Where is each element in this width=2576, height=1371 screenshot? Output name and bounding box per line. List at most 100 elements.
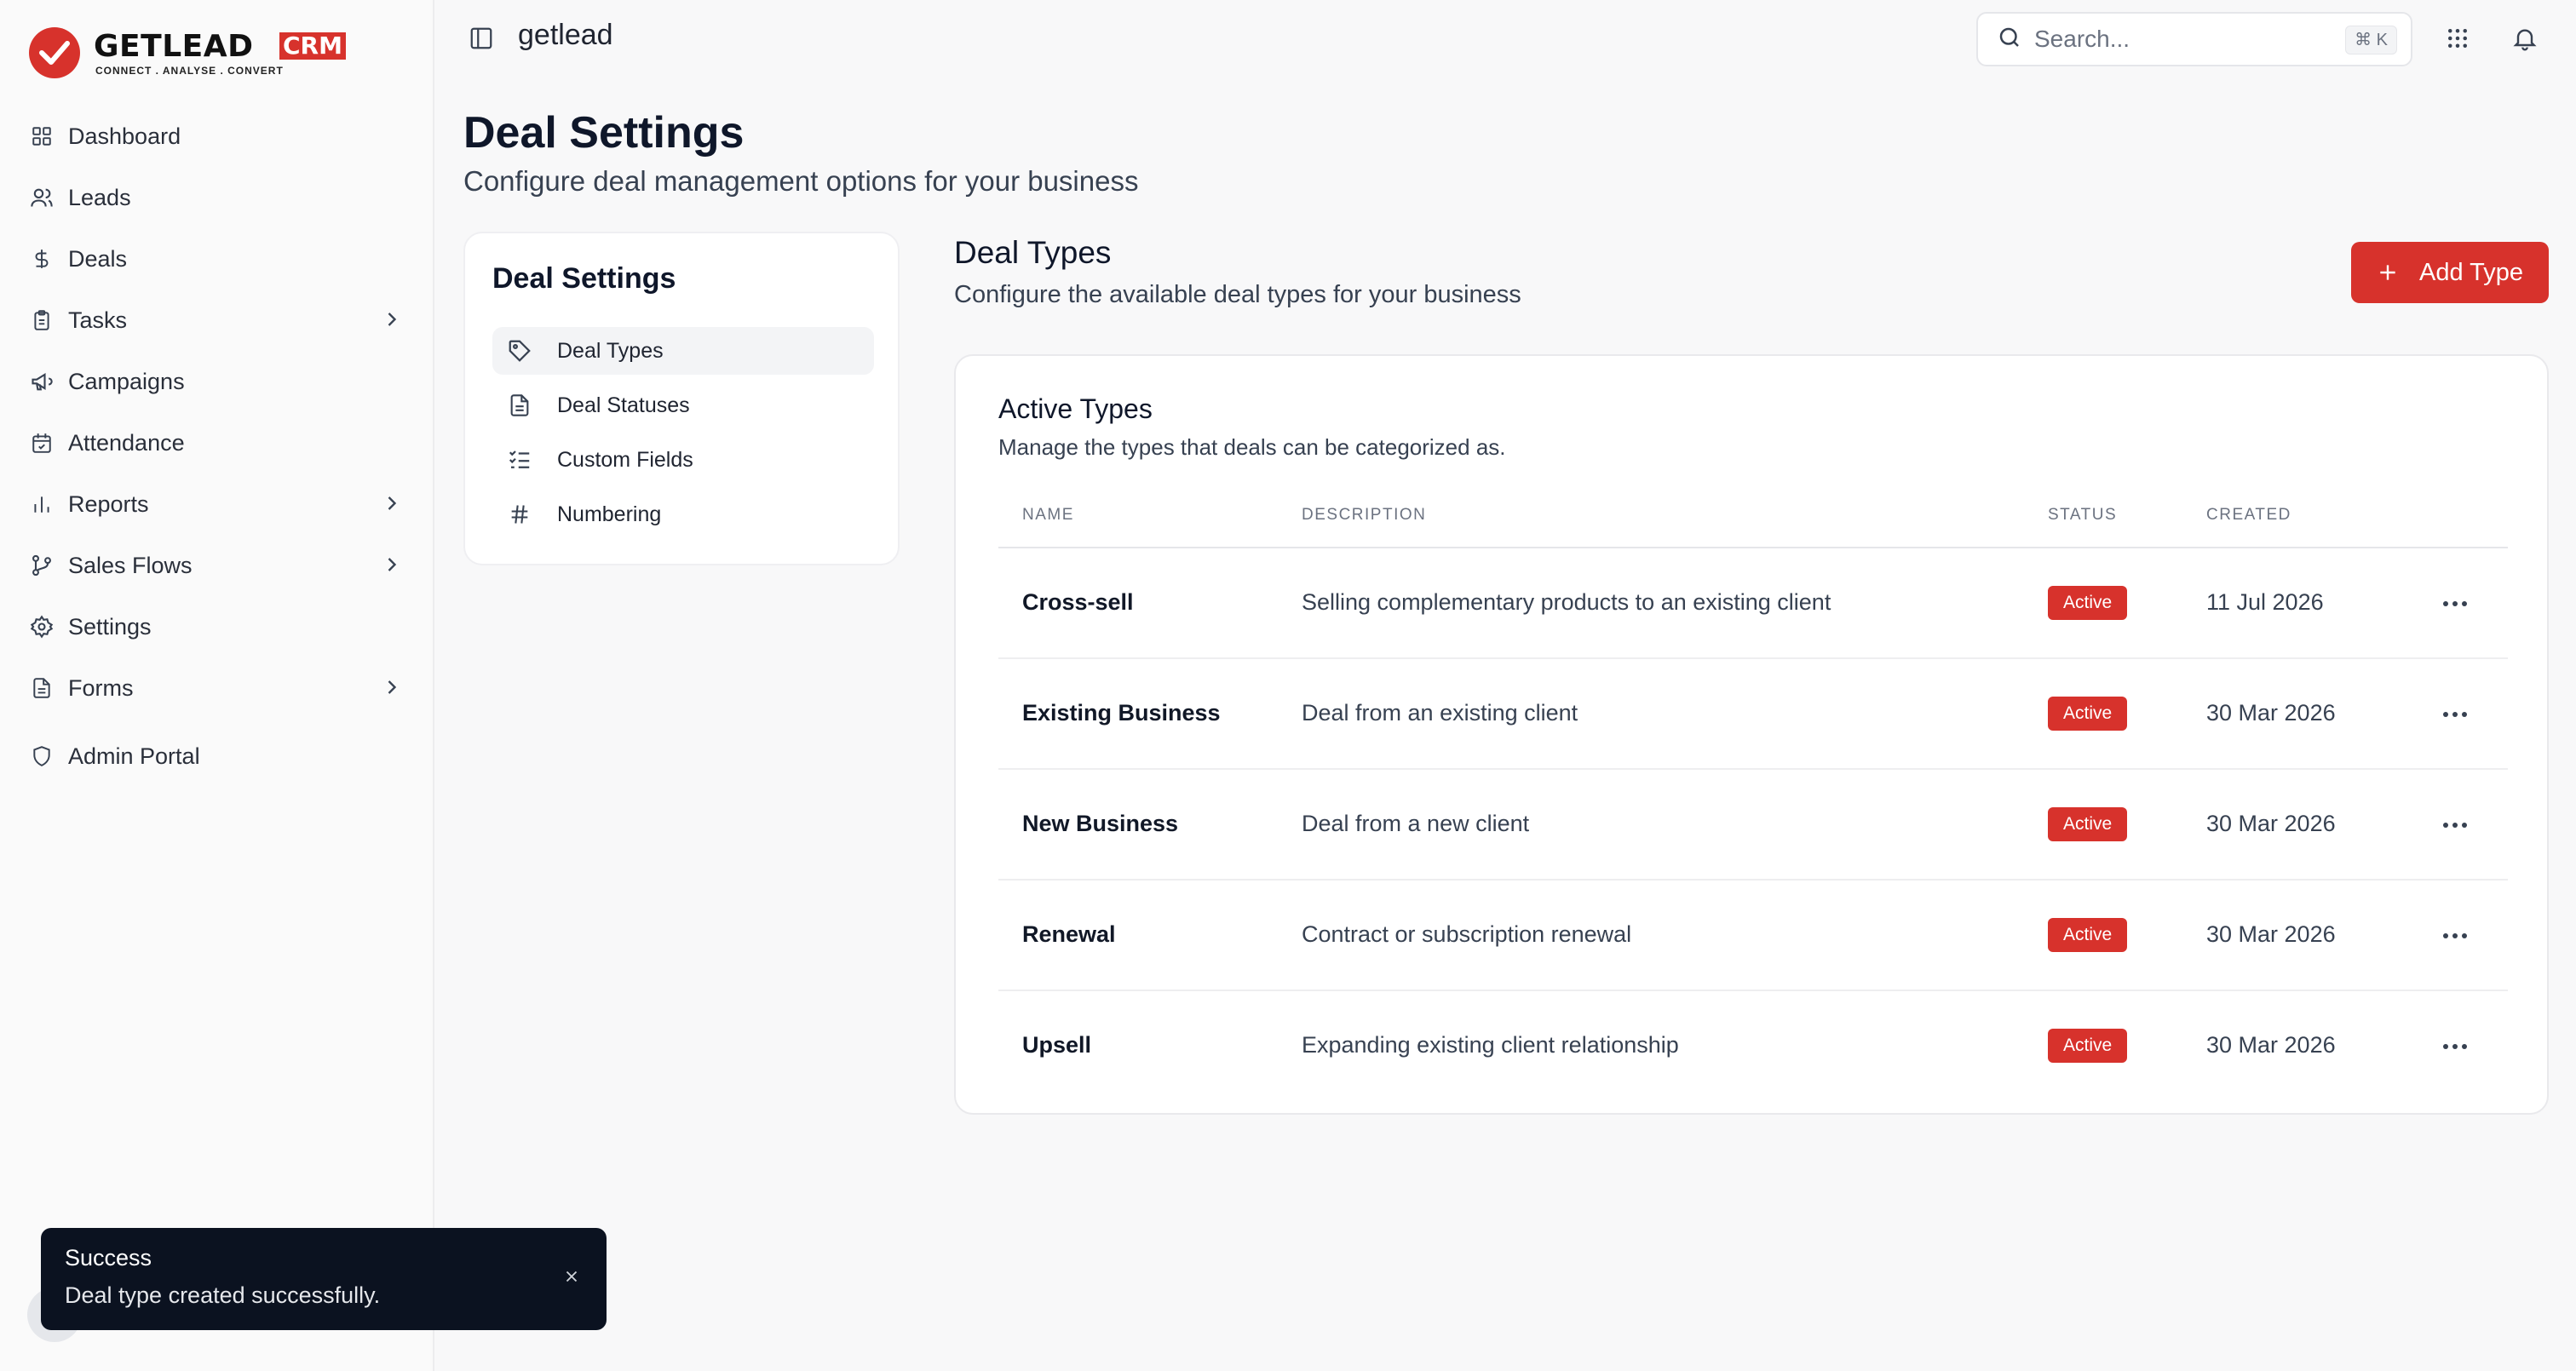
type-description: Contract or subscription renewal — [1302, 921, 1632, 947]
logo-tagline: CONNECT . ANALYSE . CONVERT — [95, 65, 284, 77]
created-date: 30 Mar 2026 — [2206, 700, 2336, 726]
close-icon[interactable] — [562, 1267, 581, 1290]
table-title: Active Types — [998, 393, 1153, 424]
getlead-logo[interactable]: GETLEAD CRM CONNECT . ANALYSE . CONVERT — [29, 27, 346, 82]
page-subtitle: Configure deal management options for yo… — [463, 165, 1139, 197]
checkmark-logo-icon — [29, 27, 80, 78]
more-actions-icon[interactable] — [2438, 591, 2472, 617]
settings-nav-card: Deal Settings Deal Types Deal Statuses C… — [463, 232, 900, 565]
sidebar-item-label: Settings — [68, 613, 152, 640]
sidebar-item-tasks[interactable]: Tasks — [29, 296, 404, 344]
type-name: Cross-sell — [1022, 589, 1134, 615]
table-row[interactable]: Renewal Contract or subscription renewal… — [998, 881, 2508, 991]
document-icon — [506, 392, 533, 419]
sidebar-item-deals[interactable]: Deals — [29, 235, 404, 283]
settings-nav-custom-fields[interactable]: Custom Fields — [492, 436, 874, 484]
more-actions-icon[interactable] — [2438, 702, 2472, 727]
table-row[interactable]: Existing Business Deal from an existing … — [998, 659, 2508, 770]
sidebar-item-label: Attendance — [68, 429, 185, 456]
section-subtitle: Configure the available deal types for y… — [954, 281, 1521, 308]
sidebar-item-label: Sales Flows — [68, 552, 193, 578]
settings-nav-deal-statuses[interactable]: Deal Statuses — [492, 381, 874, 429]
status-badge: Active — [2048, 1029, 2128, 1063]
grid-icon — [29, 123, 55, 149]
sidebar: GETLEAD CRM CONNECT . ANALYSE . CONVERT … — [0, 0, 434, 1371]
created-date: 30 Mar 2026 — [2206, 921, 2336, 947]
column-header-status: STATUS — [2048, 506, 2118, 524]
sidebar-item-leads[interactable]: Leads — [29, 174, 404, 221]
checklist-icon — [506, 446, 533, 473]
status-badge: Active — [2048, 807, 2128, 841]
sidebar-item-reports[interactable]: Reports — [29, 480, 404, 528]
calendar-check-icon — [29, 430, 55, 456]
megaphone-icon — [29, 369, 55, 394]
sidebar-item-label: Forms — [68, 674, 134, 701]
logo-crm-badge: CRM — [279, 32, 346, 60]
table-row[interactable]: Upsell Expanding existing client relatio… — [998, 991, 2508, 1102]
search-input[interactable]: Search... ⌘ K — [1976, 12, 2412, 66]
bar-chart-icon — [29, 491, 55, 517]
settings-nav-label: Custom Fields — [557, 447, 693, 472]
sidebar-item-dashboard[interactable]: Dashboard — [29, 112, 404, 160]
sidebar-item-campaigns[interactable]: Campaigns — [29, 358, 404, 405]
search-shortcut: ⌘ K — [2345, 26, 2397, 54]
hash-icon — [506, 501, 533, 528]
chevron-right-icon — [380, 307, 404, 337]
logo-wordmark: GETLEAD — [94, 29, 254, 64]
created-date: 11 Jul 2026 — [2206, 589, 2324, 615]
workspace-name: getlead — [518, 19, 613, 51]
type-name: Renewal — [1022, 921, 1116, 947]
more-actions-icon[interactable] — [2438, 923, 2472, 949]
success-toast: Success Deal type created successfully. — [41, 1228, 607, 1330]
settings-nav-title: Deal Settings — [492, 262, 676, 295]
created-date: 30 Mar 2026 — [2206, 1032, 2336, 1058]
sidebar-item-label: Admin Portal — [68, 743, 200, 769]
sidebar-item-attendance[interactable]: Attendance — [29, 419, 404, 467]
type-name: Existing Business — [1022, 700, 1221, 726]
shield-icon — [29, 743, 55, 769]
chevron-right-icon — [380, 675, 404, 705]
sidebar-item-forms[interactable]: Forms — [29, 664, 404, 712]
sidebar-item-label: Campaigns — [68, 368, 185, 394]
table-row[interactable]: New Business Deal from a new client Acti… — [998, 770, 2508, 881]
section-title: Deal Types — [954, 235, 1112, 270]
toggle-sidebar-icon[interactable] — [469, 26, 494, 55]
column-header-description: DESCRIPTION — [1302, 506, 1427, 524]
sidebar-item-label: Deals — [68, 245, 128, 272]
add-type-button[interactable]: Add Type — [2351, 242, 2549, 303]
file-icon — [29, 675, 55, 701]
sidebar-item-sales-flows[interactable]: Sales Flows — [29, 542, 404, 589]
settings-nav-deal-types[interactable]: Deal Types — [492, 327, 874, 375]
git-branch-icon — [29, 553, 55, 578]
sidebar-item-label: Dashboard — [68, 123, 181, 149]
table-subtitle: Manage the types that deals can be categ… — [998, 434, 1506, 460]
clipboard-icon — [29, 307, 55, 333]
toast-title: Success — [65, 1245, 152, 1271]
settings-nav-numbering[interactable]: Numbering — [492, 490, 874, 538]
search-icon — [1997, 25, 2022, 54]
search-placeholder: Search... — [2034, 26, 2130, 52]
toast-message: Deal type created successfully. — [65, 1282, 381, 1308]
chevron-right-icon — [380, 491, 404, 521]
apps-grid-icon[interactable] — [2445, 26, 2470, 55]
more-actions-icon[interactable] — [2438, 1034, 2472, 1059]
status-badge: Active — [2048, 918, 2128, 952]
created-date: 30 Mar 2026 — [2206, 811, 2336, 836]
status-badge: Active — [2048, 586, 2128, 620]
type-description: Deal from an existing client — [1302, 700, 1578, 726]
type-name: New Business — [1022, 811, 1179, 836]
type-description: Deal from a new client — [1302, 811, 1530, 836]
sidebar-item-admin-portal[interactable]: Admin Portal — [29, 732, 404, 780]
sidebar-item-label: Reports — [68, 490, 149, 517]
sidebar-item-settings[interactable]: Settings — [29, 603, 404, 651]
sidebar-item-label: Tasks — [68, 307, 128, 333]
type-name: Upsell — [1022, 1032, 1092, 1058]
table-row[interactable]: Cross-sell Selling complementary product… — [998, 548, 2508, 659]
more-actions-icon[interactable] — [2438, 812, 2472, 838]
plus-icon — [2377, 261, 2399, 284]
column-header-created: CREATED — [2206, 506, 2291, 524]
active-types-card: Active Types Manage the types that deals… — [954, 354, 2549, 1115]
type-description: Expanding existing client relationship — [1302, 1032, 1679, 1058]
column-header-name: NAME — [1022, 506, 1074, 524]
bell-icon[interactable] — [2511, 24, 2539, 57]
